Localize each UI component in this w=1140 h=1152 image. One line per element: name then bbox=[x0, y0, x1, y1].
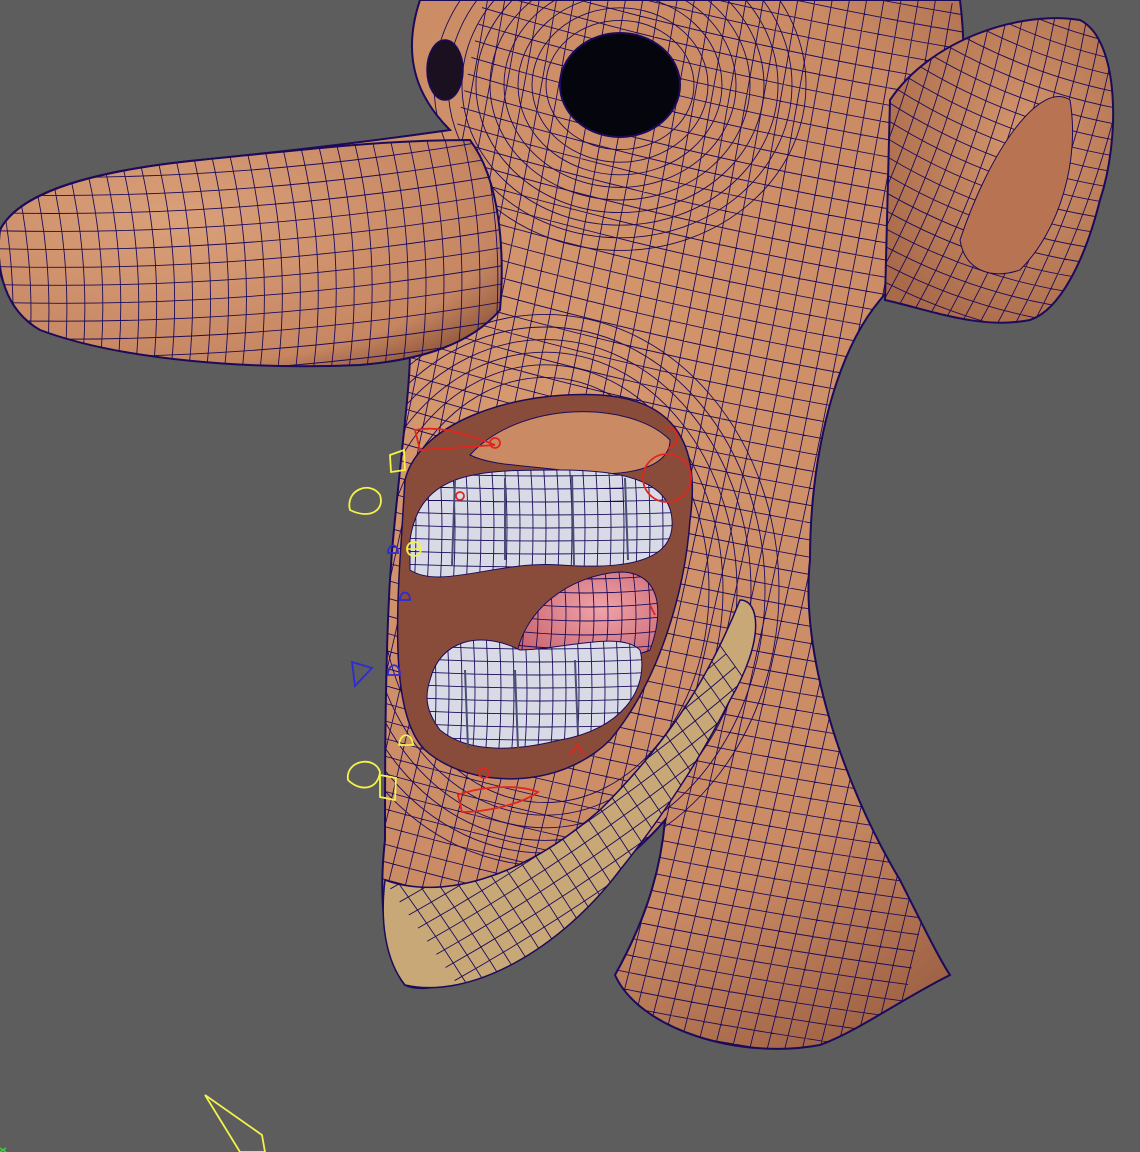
scene-canvas[interactable] bbox=[0, 0, 1140, 1152]
3d-viewport[interactable] bbox=[0, 0, 1140, 1152]
eye-socket-right bbox=[559, 32, 681, 138]
control-yellow-drop-upper[interactable] bbox=[348, 486, 382, 515]
control-blue-triangle[interactable] bbox=[350, 660, 374, 689]
world-origin-marker bbox=[0, 1147, 7, 1152]
control-yellow-drop-lower[interactable] bbox=[347, 760, 381, 789]
control-yellow-camera-frustum[interactable] bbox=[204, 1094, 266, 1152]
eye-socket-left bbox=[426, 39, 464, 101]
